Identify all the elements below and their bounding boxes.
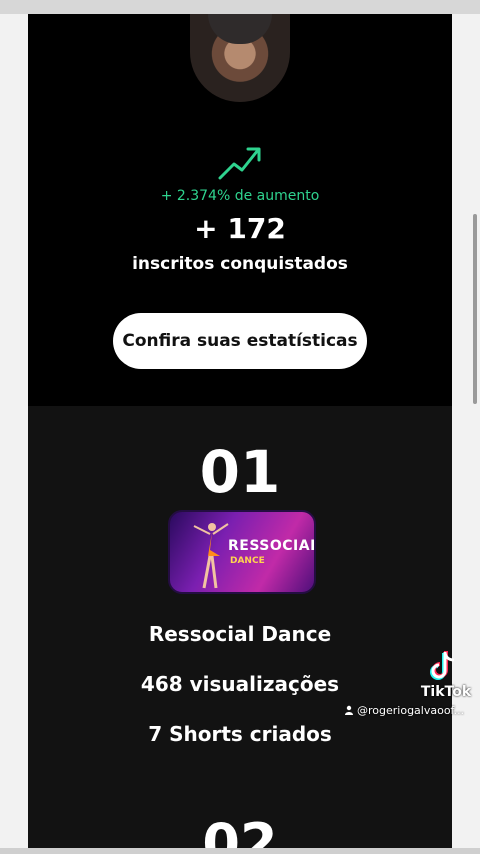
avatar [190,14,290,102]
rank-number-next: 02 [202,812,278,849]
tiktok-brand: TikTok [420,684,472,700]
subscriber-count: + 172 [194,212,286,245]
dancer-image [193,523,229,589]
hero-section: + 2.374% de aumento + 172 inscritos conq… [28,14,452,406]
creator-handle: @rogeriogalvaoof... [344,704,480,722]
trend-up-icon [218,147,261,180]
video-thumbnail[interactable]: RESSOCIAL DANCE [168,510,316,594]
status-bar [0,0,480,14]
shorts-count: 7 Shorts criados [148,722,332,746]
user-icon [345,705,353,715]
bottom-bar [0,848,480,854]
thumbnail-subtitle: DANCE [230,556,265,566]
view-stats-button[interactable]: Confira suas estatísticas [113,313,367,369]
tiktok-watermark: TikTok [416,650,474,710]
subscriber-label: inscritos conquistados [132,254,348,274]
right-gutter [452,14,480,854]
handle-text: @rogeriogalvaoof... [357,704,465,717]
left-gutter [0,14,28,854]
views-count: 468 visualizações [140,672,340,696]
increase-percent: + 2.374% de aumento [160,188,320,204]
tiktok-logo-icon [430,651,455,680]
content-panel: + 2.374% de aumento + 172 inscritos conq… [28,14,452,848]
thumbnail-title: RESSOCIAL [228,538,316,554]
rank-number: 01 [199,438,281,506]
scrollbar[interactable] [473,214,477,404]
content-name: Ressocial Dance [148,622,332,646]
